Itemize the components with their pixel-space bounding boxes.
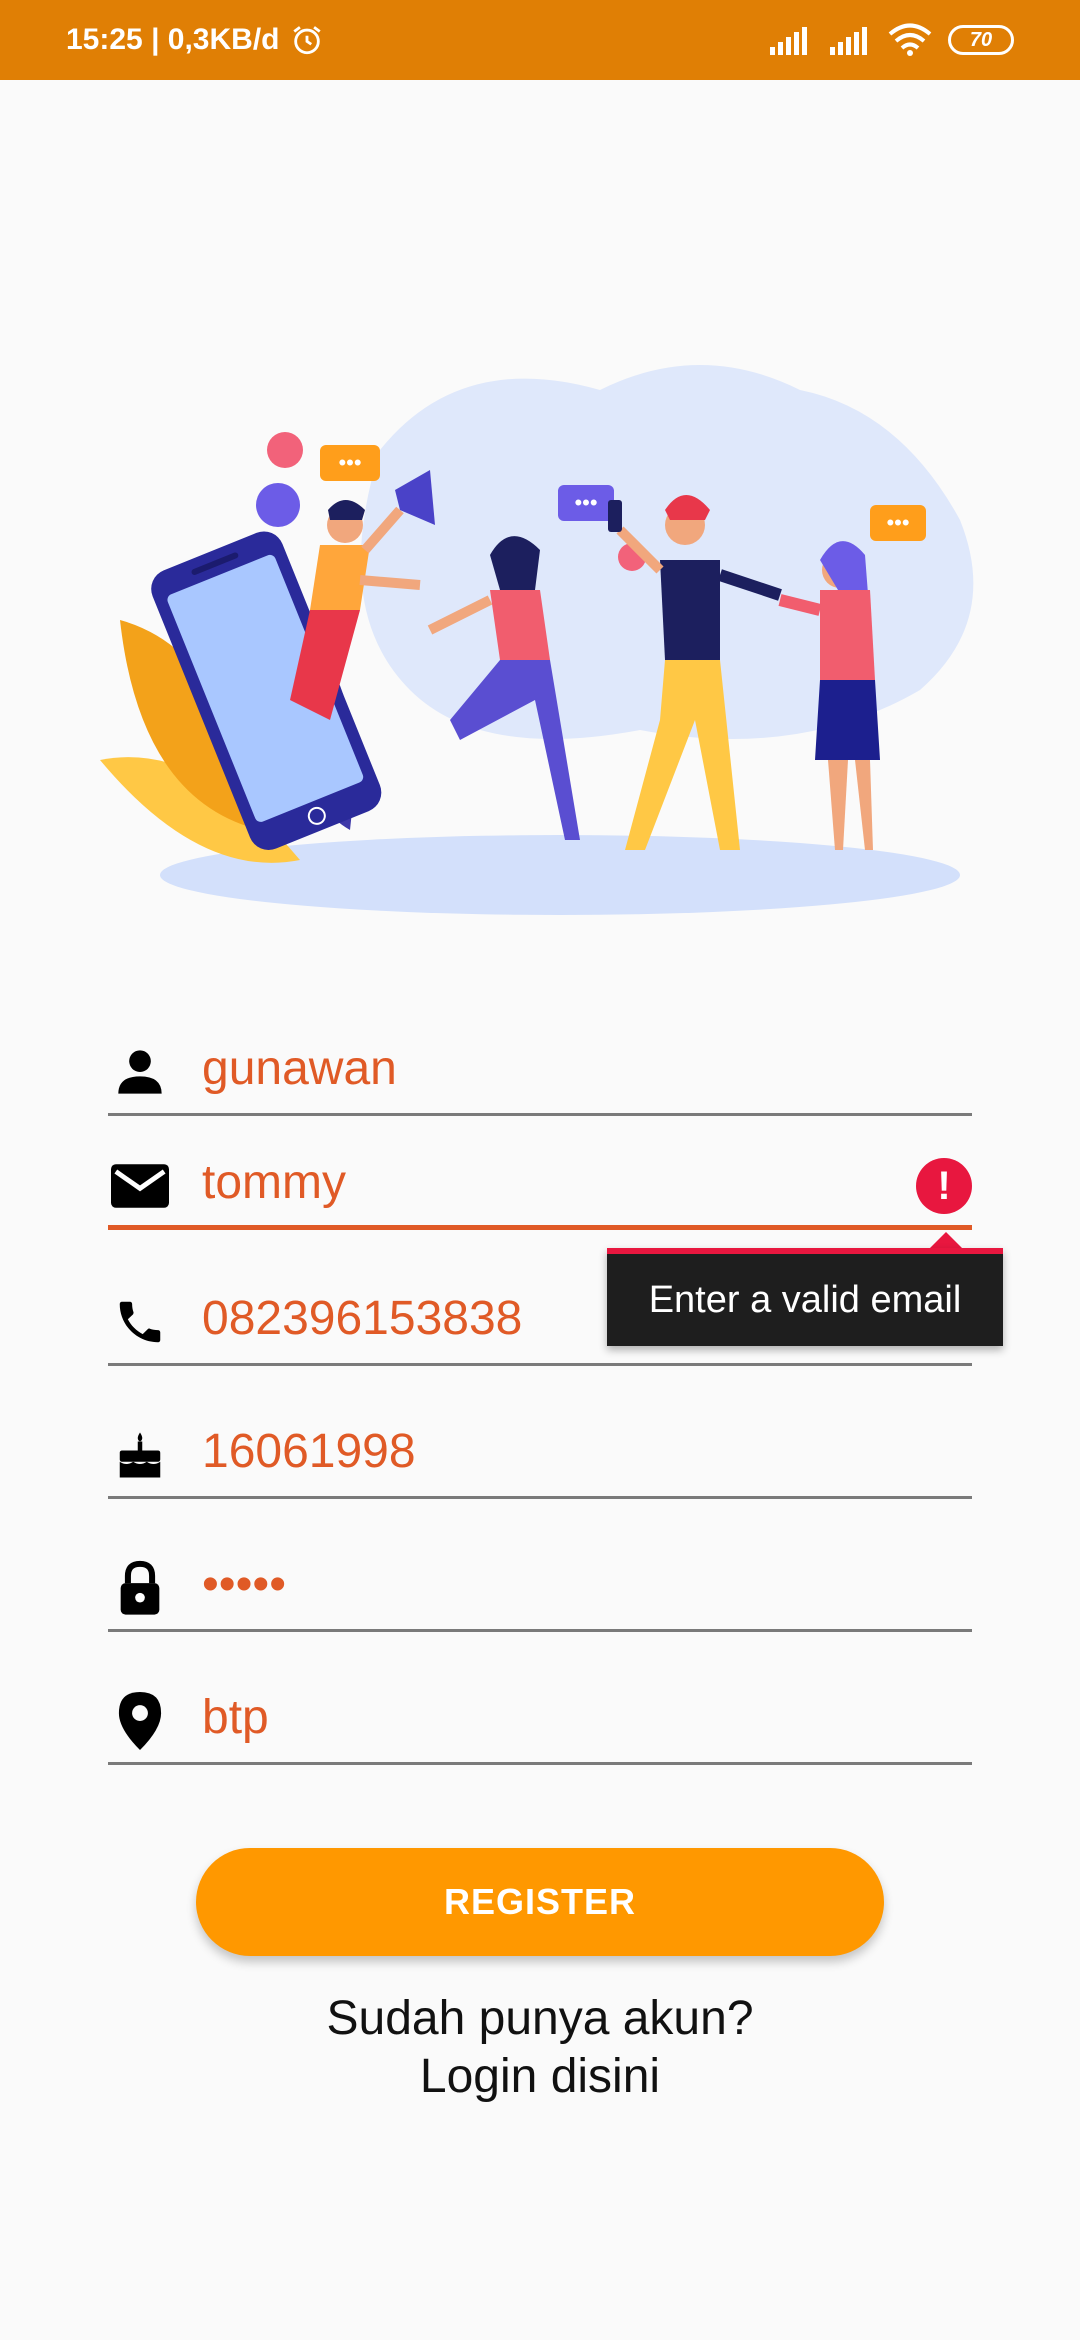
svg-text:•••: ••• xyxy=(338,450,361,475)
login-link[interactable]: Sudah punya akun? Login disini xyxy=(0,1990,1080,2106)
email-underline xyxy=(108,1225,972,1230)
status-time-speed: 15:25 | 0,3KB/d xyxy=(66,23,280,56)
signal-icon-2 xyxy=(830,27,867,55)
address-underline xyxy=(108,1762,972,1765)
register-button[interactable]: REGISTER xyxy=(196,1848,884,1956)
phone-input[interactable]: 082396153838 xyxy=(202,1284,522,1354)
person-icon xyxy=(110,1042,170,1102)
cake-icon xyxy=(110,1425,170,1485)
status-right: 70 xyxy=(768,0,1014,80)
battery-icon: 70 xyxy=(948,25,1014,55)
phone-underline xyxy=(108,1363,972,1366)
name-input[interactable]: gunawan xyxy=(202,1034,397,1104)
address-field[interactable]: btp xyxy=(108,1649,972,1765)
birthdate-field[interactable]: 16061998 xyxy=(108,1383,972,1499)
address-input[interactable]: btp xyxy=(202,1683,269,1753)
birthdate-input[interactable]: 16061998 xyxy=(202,1417,416,1487)
phone-field[interactable]: 082396153838 xyxy=(108,1250,972,1366)
battery-level: 70 xyxy=(969,28,993,51)
status-bar: 15:25 | 0,3KB/d 70 xyxy=(0,0,1080,80)
password-field[interactable]: ••••• xyxy=(108,1516,972,1632)
svg-text:•••: ••• xyxy=(574,490,597,515)
email-input[interactable]: tommy xyxy=(202,1148,346,1218)
wifi-icon xyxy=(888,23,932,56)
tooltip-arrow xyxy=(930,1232,962,1248)
status-left: 15:25 | 0,3KB/d xyxy=(66,0,324,80)
error-icon[interactable]: ! xyxy=(916,1158,972,1214)
location-pin-icon xyxy=(110,1691,170,1751)
password-underline xyxy=(108,1629,972,1632)
login-link-line2[interactable]: Login disini xyxy=(0,2048,1080,2106)
email-icon xyxy=(110,1156,170,1216)
password-input[interactable]: ••••• xyxy=(202,1550,286,1620)
signal-icon xyxy=(770,27,807,55)
login-link-line1: Sudah punya akun? xyxy=(326,1992,754,2045)
email-field[interactable]: tommy ! xyxy=(108,1114,972,1230)
alarm-icon xyxy=(292,26,321,55)
social-media-illustration: ••• ••• ••• xyxy=(100,365,974,915)
birthdate-underline xyxy=(108,1496,972,1499)
name-field[interactable]: gunawan xyxy=(108,1000,972,1116)
phone-icon xyxy=(110,1292,170,1352)
svg-text:•••: ••• xyxy=(886,510,909,535)
lock-icon xyxy=(110,1558,170,1618)
